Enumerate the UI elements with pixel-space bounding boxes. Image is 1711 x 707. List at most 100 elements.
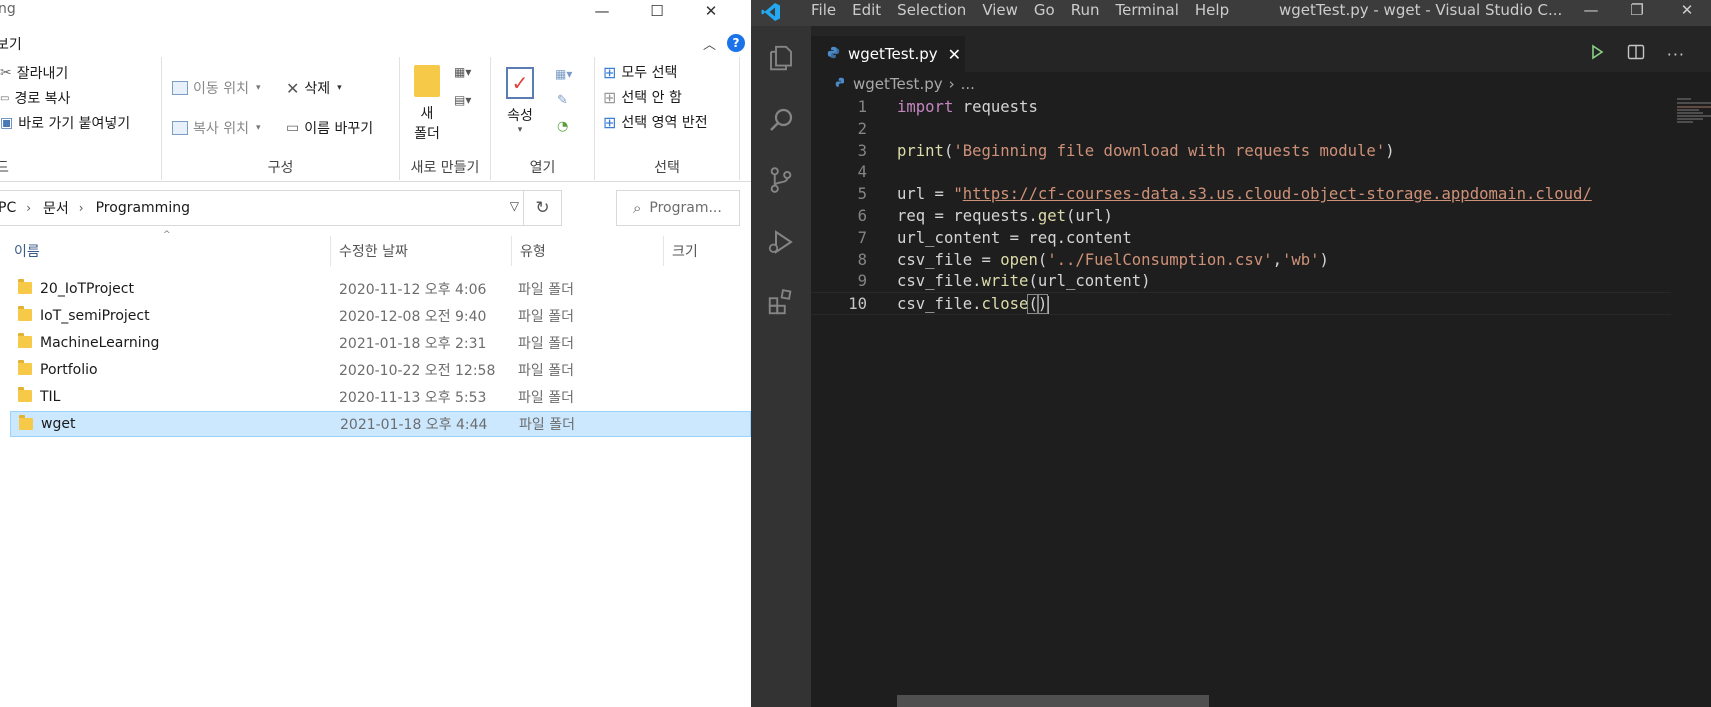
move-to-button[interactable]: 이동 위치 ▾ — [172, 78, 261, 98]
ribbon-group-open: ✓ 속성 ▾ ▦▾ ✎ ◔ 열기 — [491, 57, 595, 180]
explorer-title: ng — [0, 1, 16, 17]
address-row: PC › 문서 › Programming ▽ ↻ ⌕ Program... — [0, 190, 751, 226]
rename-icon: ▭ — [286, 120, 300, 136]
more-actions-icon[interactable]: ··· — [1667, 45, 1685, 64]
code-editor[interactable]: 1 import requests 2 3 print('Beginning file … — [811, 96, 1711, 707]
properties-button[interactable]: ✓ 속성 ▾ — [503, 67, 537, 135]
column-headers: ^ 이름 수정한 날짜 유형 크기 — [0, 230, 751, 266]
source-control-icon[interactable] — [761, 160, 801, 200]
search-input[interactable]: ⌕ Program... — [616, 190, 740, 226]
menu-go[interactable]: Go — [1026, 0, 1063, 26]
copy-path-button[interactable]: ▭ 경로 복사 — [0, 88, 70, 108]
easy-access-button[interactable]: ▤▾ — [454, 93, 471, 107]
edit-icon[interactable]: ✎ — [557, 93, 568, 108]
restore-button[interactable]: ❐ — [1614, 0, 1660, 20]
search-icon[interactable] — [761, 100, 801, 140]
select-none-icon: ⊞ — [603, 87, 617, 107]
code-line[interactable]: 3 print('Beginning file download with req… — [811, 140, 1671, 163]
ribbon-group-label-new: 새로 만들기 — [410, 160, 480, 176]
code-line[interactable]: 10 csv_file.close() — [811, 292, 1671, 316]
ribbon-collapse-icon[interactable]: ︿ — [703, 34, 716, 53]
refresh-button[interactable]: ↻ — [523, 191, 561, 225]
run-debug-icon[interactable] — [761, 222, 801, 262]
file-row[interactable]: wget 2021-01-18 오후 4:44 파일 폴더 — [10, 411, 751, 437]
chevron-down-icon[interactable]: ▽ — [510, 199, 519, 213]
file-row[interactable]: 20_IoTProject 2020-11-12 오후 4:06 파일 폴더 — [10, 276, 751, 302]
address-bar[interactable]: PC › 문서 › Programming ▽ ↻ — [0, 190, 562, 226]
new-folder-button[interactable]: 새 폴더 — [408, 65, 446, 143]
code-line[interactable]: 9 csv_file.write(url_content) — [811, 270, 1671, 293]
file-row[interactable]: MachineLearning 2021-01-18 오후 2:31 파일 폴더 — [10, 330, 751, 356]
code-line[interactable]: 6 req = requests.get(url) — [811, 205, 1671, 228]
code-line[interactable]: 2 — [811, 118, 1671, 141]
tab-view[interactable]: 보기 — [0, 34, 22, 54]
cut-button[interactable]: ✂ 잘라내기 — [0, 63, 68, 83]
tab-wgettest[interactable]: wgetTest.py ✕ — [811, 36, 965, 72]
breadcrumb-file[interactable]: wgetTest.py — [853, 75, 943, 93]
open-button[interactable]: ▦▾ — [555, 67, 572, 81]
move-icon — [172, 81, 188, 95]
delete-icon: ✕ — [286, 78, 300, 98]
code-line[interactable]: 1 import requests — [811, 96, 1671, 119]
menu-file[interactable]: File — [803, 0, 844, 26]
breadcrumb-programming[interactable]: Programming — [96, 200, 190, 216]
history-icon[interactable]: ◔ — [557, 119, 568, 134]
menu-run[interactable]: Run — [1063, 0, 1108, 26]
run-python-icon[interactable] — [1589, 44, 1605, 64]
copy-icon — [172, 121, 188, 135]
column-header-name[interactable]: 이름 — [6, 236, 331, 266]
select-all-button[interactable]: ⊞ 모두 선택 — [603, 62, 677, 82]
split-editor-icon[interactable] — [1627, 44, 1645, 64]
menu-help[interactable]: Help — [1187, 0, 1237, 26]
file-date: 2020-11-12 오후 4:06 — [339, 282, 487, 298]
folder-icon — [414, 65, 440, 97]
breadcrumb-more[interactable]: ... — [961, 75, 975, 93]
close-tab-icon[interactable]: ✕ — [948, 45, 961, 64]
new-item-button[interactable]: ▦▾ — [454, 65, 471, 79]
activity-bar — [751, 26, 811, 707]
copy-to-button[interactable]: 복사 위치 ▾ — [172, 118, 261, 138]
code-line[interactable]: 4 — [811, 161, 1671, 184]
close-button[interactable]: ✕ — [688, 0, 734, 22]
help-icon[interactable]: ? — [727, 34, 745, 52]
scissors-icon: ✂ — [0, 65, 12, 81]
file-row[interactable]: Portfolio 2020-10-22 오전 12:58 파일 폴더 — [10, 357, 751, 383]
menu-edit[interactable]: Edit — [844, 0, 889, 26]
select-none-button[interactable]: ⊞ 선택 안 함 — [603, 87, 682, 107]
ribbon-group-label-select: 선택 — [654, 160, 680, 176]
editor-actions: ··· — [1589, 36, 1711, 72]
code-text: csv_file.close() — [897, 294, 1050, 315]
invert-selection-button[interactable]: ⊞ 선택 영역 반전 — [603, 112, 708, 132]
code-line[interactable]: 8 csv_file = open('../FuelConsumption.csv… — [811, 249, 1671, 272]
delete-button[interactable]: ✕ 삭제 ▾ — [286, 78, 342, 98]
file-date: 2021-01-18 오후 2:31 — [339, 336, 487, 352]
breadcrumb-pc[interactable]: PC — [0, 200, 16, 216]
column-header-date[interactable]: 수정한 날짜 — [331, 236, 512, 266]
code-line[interactable]: 7 url_content = req.content — [811, 227, 1671, 250]
minimize-button[interactable]: — — [1568, 0, 1614, 20]
breadcrumb-documents[interactable]: 문서 — [43, 198, 69, 218]
file-row[interactable]: TIL 2020-11-13 오후 5:53 파일 폴더 — [10, 384, 751, 410]
menu-view[interactable]: View — [974, 0, 1026, 26]
column-header-type[interactable]: 유형 — [512, 236, 664, 266]
column-header-size[interactable]: 크기 — [664, 236, 751, 266]
file-row[interactable]: IoT_semiProject 2020-12-08 오전 9:40 파일 폴더 — [10, 303, 751, 329]
menu-selection[interactable]: Selection — [889, 0, 974, 26]
menu-terminal[interactable]: Terminal — [1108, 0, 1187, 26]
horizontal-scrollbar[interactable] — [897, 695, 1209, 707]
maximize-button[interactable]: ☐ — [634, 0, 680, 22]
close-button[interactable]: ✕ — [1664, 0, 1710, 20]
minimize-button[interactable]: — — [579, 0, 625, 22]
select-all-icon: ⊞ — [603, 62, 617, 82]
minimap[interactable] — [1669, 96, 1711, 156]
rename-button[interactable]: ▭ 이름 바꾸기 — [286, 118, 373, 138]
extensions-icon[interactable] — [761, 282, 801, 322]
file-name: 20_IoTProject — [40, 281, 134, 297]
code-line[interactable]: 5 url = "https://cf-courses-data.s3.us.cl… — [811, 183, 1671, 206]
folder-icon — [18, 306, 32, 321]
file-date: 2021-01-18 오후 4:44 — [340, 417, 488, 433]
tab-label: wgetTest.py — [848, 45, 938, 63]
explorer-icon[interactable] — [761, 38, 801, 78]
path-icon: ▭ — [0, 92, 10, 104]
paste-shortcut-button[interactable]: ▣ 바로 가기 붙여넣기 — [0, 113, 130, 133]
